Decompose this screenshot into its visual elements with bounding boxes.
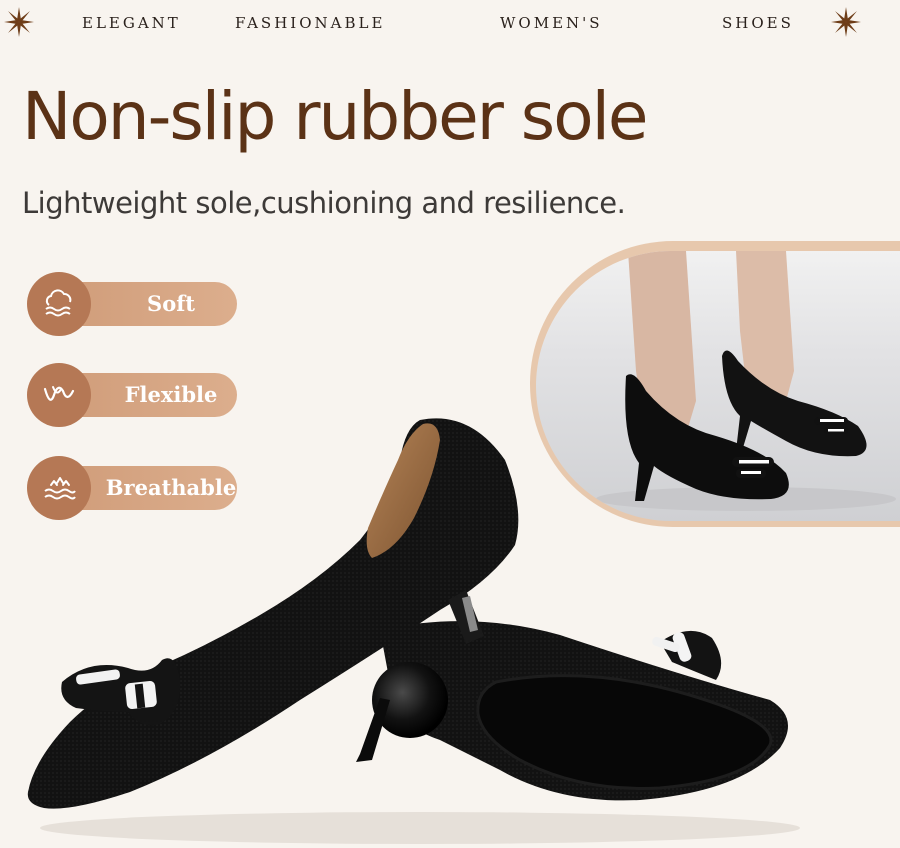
starburst-icon [4,7,34,37]
rear-shoe [356,621,788,801]
banner-word-elegant: ELEGANT [82,14,181,32]
banner-word-shoes: SHOES [722,14,794,32]
top-banner: ELEGANT FASHIONABLE WOMEN'S SHOES [0,0,900,46]
banner-word-womens: WOMEN'S [500,14,603,32]
front-shoe [27,418,519,809]
product-shoes-illustration [27,418,800,844]
starburst-icon [831,7,861,37]
banner-word-fashionable: FASHIONABLE [235,14,386,32]
subheadline: Lightweight sole,cushioning and resilien… [22,186,626,220]
headline: Non-slip rubber sole [22,78,649,155]
feature-soft: Soft [27,272,237,336]
feature-disc [27,272,91,336]
cloud-icon [45,289,72,317]
